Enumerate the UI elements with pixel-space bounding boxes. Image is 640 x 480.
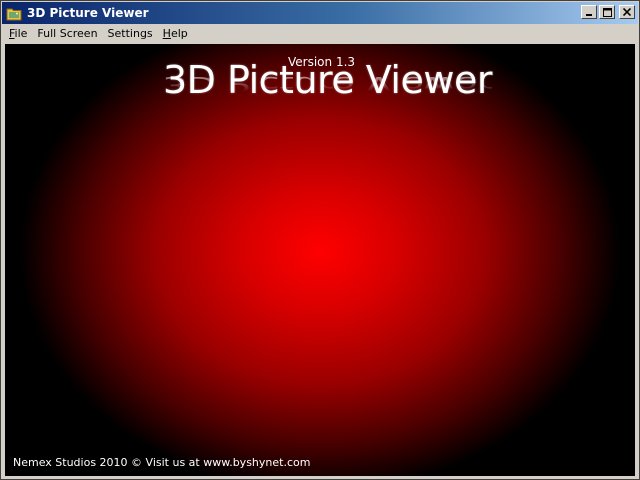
menu-help-label: elp bbox=[170, 27, 188, 40]
folder-picture-icon bbox=[6, 6, 22, 21]
close-button[interactable] bbox=[619, 5, 635, 19]
copyright-footer: Nemex Studios 2010 © Visit us at www.bys… bbox=[13, 456, 311, 469]
minimize-icon bbox=[586, 14, 592, 16]
maximize-button[interactable] bbox=[599, 5, 615, 19]
window-controls bbox=[581, 5, 635, 19]
menu-help[interactable]: Help bbox=[158, 24, 193, 43]
app-window: 3D Picture Viewer File Full Screen Setti… bbox=[0, 0, 640, 480]
menu-settings-label: Settings bbox=[107, 27, 153, 40]
menu-bar: File Full Screen Settings Help bbox=[2, 24, 638, 43]
close-icon bbox=[623, 8, 631, 16]
menu-file[interactable]: File bbox=[2, 24, 32, 43]
window-title: 3D Picture Viewer bbox=[27, 6, 149, 20]
title-bar[interactable]: 3D Picture Viewer bbox=[2, 2, 638, 24]
menu-help-accel: H bbox=[162, 27, 171, 40]
minimize-button[interactable] bbox=[581, 5, 597, 19]
menu-full-screen-label: Full Screen bbox=[37, 27, 98, 40]
maximize-icon bbox=[602, 7, 612, 17]
picture-viewport[interactable]: Version 1.3 3D Picture Viewer 3D Picture… bbox=[5, 44, 635, 476]
menu-settings[interactable]: Settings bbox=[103, 24, 158, 43]
menu-full-screen[interactable]: Full Screen bbox=[32, 24, 102, 43]
splash-title-reflection: 3D Picture Viewer bbox=[163, 71, 492, 96]
menu-file-label: ile bbox=[14, 27, 28, 40]
